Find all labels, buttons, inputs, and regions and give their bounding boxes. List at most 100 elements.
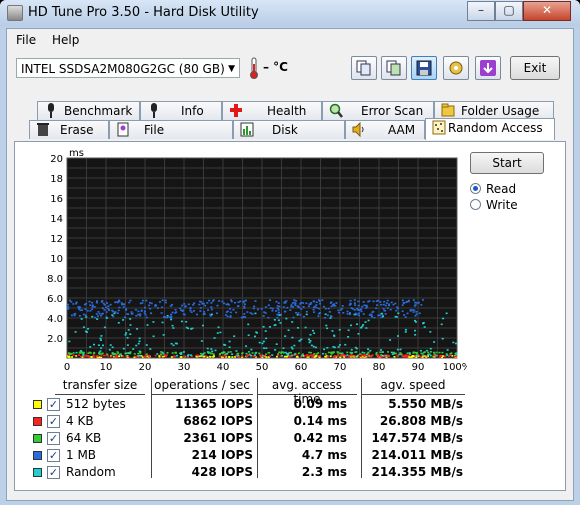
data-point	[310, 354, 313, 357]
access-time-value: 4.7 ms	[301, 448, 347, 462]
data-point	[196, 313, 199, 316]
tab-erase[interactable]: Erase	[29, 120, 109, 139]
data-point	[283, 355, 286, 358]
data-point	[367, 319, 370, 322]
series-checkbox[interactable]: ✓	[47, 432, 60, 445]
data-point	[162, 353, 165, 355]
read-radio-dot	[470, 183, 481, 194]
data-point	[412, 351, 415, 354]
tab-disk-monitor[interactable]: Disk monitor	[233, 120, 345, 155]
data-point	[312, 308, 315, 311]
tab-error-scan[interactable]: Error Scan	[322, 101, 434, 120]
data-point	[137, 352, 140, 355]
data-point	[271, 309, 274, 312]
data-point	[377, 355, 380, 358]
y-tick-label: 14	[50, 214, 63, 225]
data-point	[249, 312, 252, 314]
data-point	[211, 350, 214, 353]
read-radio[interactable]: Read	[470, 182, 550, 198]
data-point	[193, 302, 196, 305]
data-point	[354, 351, 357, 354]
title-bar[interactable]: HD Tune Pro 3.50 - Hard Disk Utility – ▢…	[0, 0, 580, 26]
data-point	[228, 340, 231, 343]
series-checkbox[interactable]: ✓	[47, 466, 60, 479]
data-point	[114, 311, 117, 313]
data-point	[170, 316, 173, 319]
data-point	[309, 351, 312, 354]
data-point	[337, 309, 340, 312]
data-point	[158, 301, 161, 303]
data-point	[213, 337, 216, 339]
series-checkbox[interactable]: ✓	[47, 415, 60, 428]
data-point	[78, 352, 81, 354]
tab-info[interactable]: Info	[140, 101, 222, 120]
data-point	[137, 354, 140, 357]
exit-button[interactable]: Exit	[510, 56, 560, 80]
data-point	[411, 309, 414, 311]
menu-help[interactable]: Help	[52, 33, 79, 47]
data-point	[120, 302, 123, 304]
data-point	[93, 306, 96, 308]
data-point	[99, 337, 102, 340]
data-point	[226, 315, 229, 318]
tab-file-benchmark[interactable]: File Benchmark	[109, 120, 233, 155]
data-point	[171, 352, 174, 354]
data-point	[91, 304, 94, 307]
minimize-button[interactable]: –	[467, 1, 495, 21]
data-point	[423, 351, 426, 353]
data-point	[364, 321, 367, 323]
drive-select[interactable]: INTEL SSDSA2M080G2GC (80 GB) ▼	[16, 58, 240, 78]
data-point	[143, 312, 146, 314]
tab-health[interactable]: Health	[222, 101, 322, 120]
data-point	[103, 326, 106, 329]
tab-aam[interactable]: AAM	[345, 120, 425, 139]
data-point	[162, 334, 165, 336]
data-point	[307, 305, 310, 308]
table-row: ✓ 1 MB 214 IOPS 4.7 ms 214.011 MB/s	[25, 447, 545, 464]
data-point	[198, 355, 201, 358]
write-radio-label: Write	[486, 198, 518, 212]
data-point	[392, 303, 395, 306]
options-button[interactable]	[443, 56, 469, 80]
data-point	[290, 305, 293, 308]
data-point	[91, 315, 94, 318]
series-checkbox[interactable]: ✓	[47, 449, 60, 462]
data-point	[407, 299, 410, 302]
data-point	[171, 311, 174, 314]
data-point	[401, 304, 404, 306]
data-point	[384, 309, 387, 312]
series-checkbox[interactable]: ✓	[47, 398, 60, 411]
data-point	[451, 355, 454, 357]
tab-random-access[interactable]: Random Access	[425, 118, 555, 140]
data-point	[421, 352, 424, 355]
data-point	[95, 313, 98, 315]
tab-benchmark[interactable]: Benchmark	[37, 101, 140, 120]
data-point	[286, 306, 289, 309]
data-point	[186, 354, 189, 357]
data-point	[297, 352, 300, 355]
start-button[interactable]: Start	[470, 152, 544, 174]
data-point	[308, 351, 311, 354]
maximize-button[interactable]: ▢	[495, 1, 523, 21]
data-point	[96, 300, 99, 302]
data-point	[145, 299, 148, 302]
data-point	[174, 351, 177, 354]
data-point	[413, 309, 416, 312]
data-point	[226, 303, 229, 305]
data-point	[113, 312, 116, 315]
copy-info-button[interactable]	[351, 56, 377, 80]
app-icon[interactable]	[7, 5, 23, 21]
save-button[interactable]	[411, 56, 437, 80]
write-radio[interactable]: Write	[470, 198, 550, 214]
legend-swatch	[33, 400, 42, 409]
data-point	[296, 354, 299, 357]
copy-screenshot-button[interactable]	[381, 56, 407, 80]
data-point	[279, 322, 282, 324]
data-point	[313, 353, 316, 355]
data-point	[260, 308, 263, 310]
data-point	[201, 303, 204, 305]
data-point	[212, 353, 215, 356]
download-button[interactable]	[475, 56, 501, 80]
close-button[interactable]: ✕	[523, 1, 571, 21]
menu-file[interactable]: File	[16, 33, 36, 47]
